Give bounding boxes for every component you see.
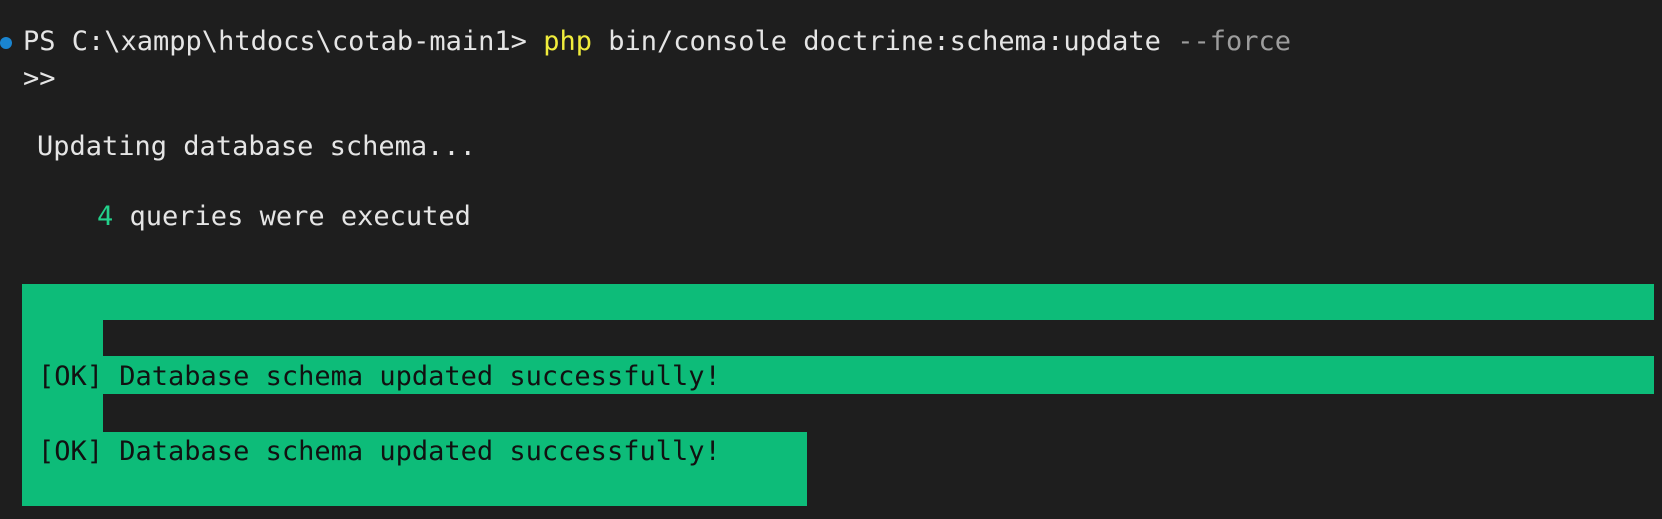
ok-message-1: [OK] Database schema updated successfull… [38,361,721,392]
continuation-prompt: >> [23,63,56,94]
ok-block-left-1 [22,320,103,356]
command-line: PS C:\xampp\htdocs\cotab-main1> php bin/… [23,23,1291,60]
command-args: bin/console doctrine:schema:update [608,26,1161,57]
ok-block-left-2 [22,394,103,432]
ok-block-top [22,284,1654,320]
queries-text: queries were executed [129,201,471,232]
command-php: php [543,26,592,57]
command-status-dot-icon[interactable] [0,37,12,49]
queries-line: 4 queries were executed [97,198,471,235]
prompt-text: PS C:\xampp\htdocs\cotab-main1> [23,26,527,57]
ok-message-2: [OK] Database schema updated successfull… [38,436,721,467]
query-count: 4 [97,201,114,232]
command-flag: --force [1177,26,1291,57]
updating-message: Updating database schema... [37,131,476,162]
terminal-panel[interactable]: PS C:\xampp\htdocs\cotab-main1> php bin/… [0,0,1662,519]
